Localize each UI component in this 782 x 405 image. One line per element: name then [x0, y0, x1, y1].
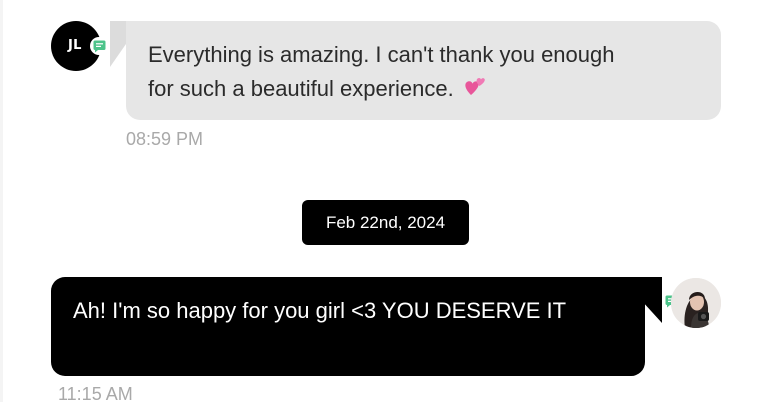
incoming-message-bubble[interactable]: Everything is amazing. I can't thank you… — [126, 21, 721, 120]
outgoing-message-text: Ah! I'm so happy for you girl <3 YOU DES… — [73, 298, 567, 323]
user-avatar[interactable] — [671, 278, 721, 328]
outgoing-message-bubble[interactable]: Ah! I'm so happy for you girl <3 YOU DES… — [51, 277, 645, 376]
chat-panel-border — [0, 0, 3, 402]
sender-initials: JL — [68, 38, 82, 53]
message-icon — [90, 37, 108, 55]
two-hearts-icon — [464, 73, 488, 107]
incoming-message-time: 08:59 PM — [126, 129, 204, 149]
date-separator: Feb 22nd, 2024 — [302, 200, 469, 245]
incoming-message-content: Everything is amazing. I can't thank you… — [148, 38, 628, 107]
incoming-message-text: Everything is amazing. I can't thank you… — [148, 42, 615, 101]
